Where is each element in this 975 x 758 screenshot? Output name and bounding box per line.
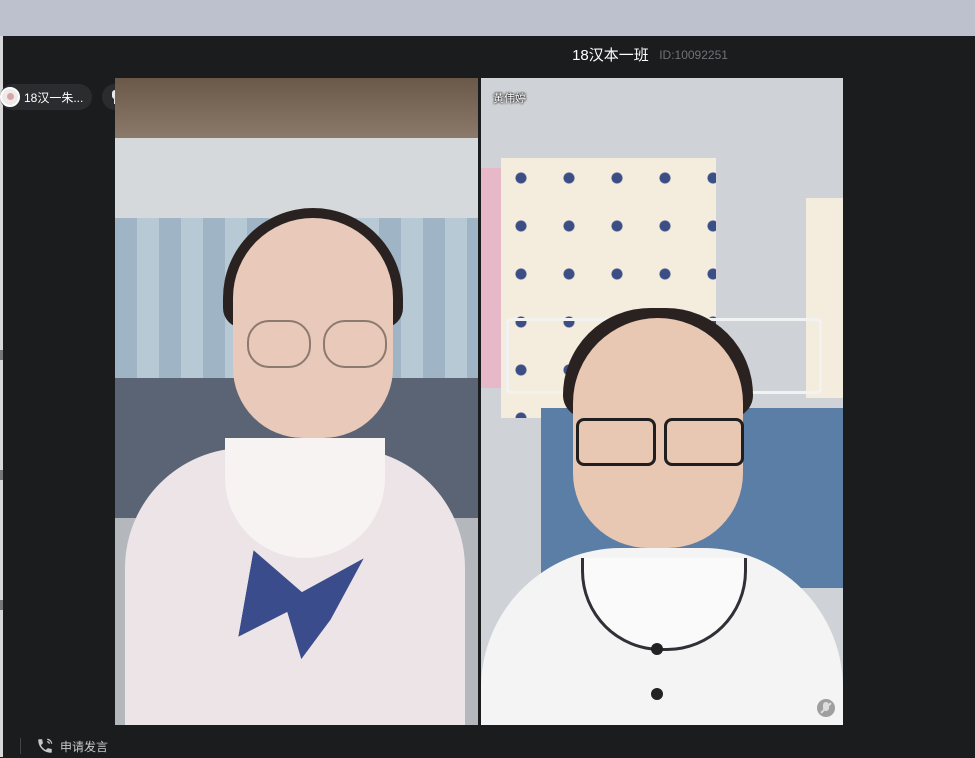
participant-name-label: 黄伟婷	[493, 93, 526, 105]
host-avatar	[0, 87, 20, 107]
edge-mark	[0, 600, 3, 610]
video-scene	[481, 168, 503, 388]
class-name: 18汉本一班	[572, 47, 649, 64]
window-left-edge	[0, 36, 3, 757]
mic-muted-icon	[817, 699, 835, 717]
host-badge[interactable]: 18汉一朱...	[0, 84, 92, 110]
video-scene	[115, 78, 478, 138]
participant-figure	[651, 643, 663, 655]
edge-mark	[0, 470, 3, 480]
participant-figure	[576, 418, 746, 466]
participant-figure	[247, 320, 387, 368]
room-title-bar: 18汉本一班 ID:10092251	[0, 44, 975, 70]
phone-icon	[36, 737, 54, 755]
window-topbar	[0, 0, 975, 36]
participant-figure	[651, 688, 663, 700]
request-to-speak-button[interactable]: 申请发言	[36, 736, 108, 756]
video-scene	[115, 138, 478, 218]
host-name: 18汉一朱...	[24, 90, 84, 105]
request-to-speak-label: 申请发言	[60, 739, 109, 754]
room-id: ID:10092251	[659, 47, 728, 62]
video-tile-right[interactable]: 黄伟婷	[481, 78, 843, 725]
video-tile-left[interactable]	[115, 78, 478, 725]
edge-mark	[0, 350, 3, 360]
divider	[20, 738, 21, 754]
